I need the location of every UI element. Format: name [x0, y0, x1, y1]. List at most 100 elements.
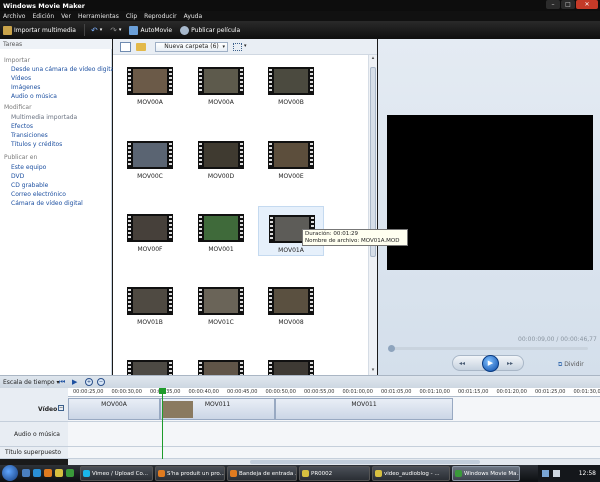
network-icon[interactable] [542, 470, 549, 477]
folder-icon[interactable] [136, 43, 146, 51]
task-link-dv-camera[interactable]: Cámara de vídeo digital [11, 200, 83, 207]
menu-clip[interactable]: Clip [126, 13, 137, 20]
publish-icon [180, 25, 190, 35]
taskbar-task[interactable]: Bandeja de entrada ... [227, 466, 297, 481]
browser-icon[interactable] [33, 469, 41, 477]
undo-button[interactable]: ↶ ▾ [91, 26, 102, 35]
app-icon[interactable] [66, 469, 74, 477]
taskbar-task[interactable]: video_audioblog - ... [372, 466, 450, 481]
tasks-toggle-button[interactable] [120, 42, 131, 52]
divide-button[interactable]: ⧉ Dividir [558, 361, 584, 369]
menu-ayuda[interactable]: Ayuda [184, 13, 203, 20]
playhead-handle[interactable] [159, 388, 166, 394]
task-link-email[interactable]: Correo electrónico [11, 191, 66, 198]
clip-thumbnail [127, 214, 173, 242]
task-link-from-camera[interactable]: Desde una cámara de vídeo digital [11, 66, 116, 73]
zoom-out-icon[interactable]: − [97, 378, 105, 386]
time-scale-dropdown[interactable]: Escala de tiempo ▾ [3, 379, 60, 386]
task-link-dvd[interactable]: DVD [11, 173, 24, 180]
scroll-up-icon[interactable]: ▴ [369, 55, 377, 63]
explorer-icon[interactable] [55, 469, 63, 477]
collection-clip[interactable]: MOV00E [258, 133, 324, 183]
collection-clip[interactable]: MOV001 [188, 206, 254, 256]
start-button[interactable] [2, 465, 18, 481]
next-frame-icon[interactable]: ▸▸ [507, 360, 513, 367]
collection-scrollbar[interactable]: ▴ ▾ [368, 55, 377, 375]
task-link-videos[interactable]: Vídeos [11, 75, 31, 82]
task-link-audio[interactable]: Audio o música [11, 93, 57, 100]
collection-clip[interactable] [188, 352, 254, 375]
timeline-clip[interactable]: MOV011 [275, 398, 453, 420]
zoom-in-icon[interactable]: + [85, 378, 93, 386]
maximize-button[interactable]: □ [561, 0, 575, 9]
taskbar-task[interactable]: PR0002 [299, 466, 370, 481]
menu-archivo[interactable]: Archivo [3, 13, 25, 20]
clip-thumbnail [268, 141, 314, 169]
menu-edicion[interactable]: Edición [32, 13, 54, 20]
title-overlay-track[interactable] [68, 447, 600, 459]
collection-clip[interactable] [117, 352, 183, 375]
timeline-scrollbar-thumb[interactable] [250, 460, 480, 464]
publish-movie-button[interactable]: Publicar película [180, 25, 240, 35]
tooltip-duration: Duración: 00:01:29 [305, 231, 359, 237]
timeline-clip[interactable]: MOV00A [68, 398, 160, 420]
collection-clip[interactable]: MOV00A [188, 59, 254, 109]
menu-herramientas[interactable]: Herramientas [78, 13, 119, 20]
view-options-icon[interactable] [233, 43, 242, 51]
task-link-transitions[interactable]: Transiciones [11, 132, 48, 139]
audio-track[interactable] [68, 422, 600, 447]
taskbar-task[interactable]: Vimeo / Upload Co... [80, 466, 153, 481]
system-tray: 12:58 [538, 465, 600, 482]
menu-reproducir[interactable]: Reproducir [144, 13, 176, 20]
collection-clip[interactable]: MOV00B [258, 59, 324, 109]
show-desktop-icon[interactable] [22, 469, 30, 477]
clip-thumbnail [198, 67, 244, 95]
scroll-down-icon[interactable]: ▾ [369, 367, 377, 375]
task-link-effects[interactable]: Efectos [11, 123, 33, 130]
divide-icon: ⧉ [558, 361, 563, 368]
playhead[interactable] [159, 388, 166, 459]
seek-handle[interactable] [388, 345, 395, 352]
collection-clip[interactable]: MOV01B [117, 279, 183, 329]
volume-icon[interactable] [553, 470, 560, 477]
tooltip-filename: Nombre de archivo: MOV01A.MOD [305, 238, 400, 244]
collection-clip[interactable] [258, 352, 324, 375]
collection-clip[interactable]: MOV00C [117, 133, 183, 183]
main-toolbar: Importar multimedia ↶ ▾ ↷ ▾ AutoMovie Pu… [0, 21, 600, 39]
taskbar-task[interactable]: S'ha produit un pro... [155, 466, 225, 481]
redo-button[interactable]: ↷ ▾ [110, 26, 121, 35]
collection-clip[interactable]: MOV00D [188, 133, 254, 183]
import-media-button[interactable]: Importar multimedia [3, 25, 76, 35]
task-link-titles[interactable]: Títulos y créditos [11, 141, 62, 148]
collection-clip[interactable]: MOV008 [258, 279, 324, 329]
menu-ver[interactable]: Ver [61, 13, 71, 20]
ruler-tick: 00:00:45,00 [227, 389, 258, 395]
divide-label: Dividir [564, 361, 584, 368]
undo-icon: ↶ [91, 25, 98, 35]
previous-frame-icon[interactable]: ◂◂ [459, 360, 465, 367]
play-timeline-icon[interactable]: ▶ [72, 378, 77, 386]
collection-clip[interactable]: MOV01C [188, 279, 254, 329]
clip-label: MOV00C [137, 173, 163, 180]
automovie-button[interactable]: AutoMovie [129, 25, 172, 35]
play-button[interactable]: ▶ [482, 355, 499, 372]
collection-clip[interactable]: MOV00F [117, 206, 183, 256]
timeline-ruler[interactable]: 00:00:25,0000:00:30,0000:00:35,0000:00:4… [68, 388, 600, 397]
task-link-this-computer[interactable]: Este equipo [11, 164, 46, 171]
timeline-clip[interactable]: MOV011 [160, 398, 275, 420]
firefox-icon[interactable] [44, 469, 52, 477]
close-button[interactable]: ✕ [576, 0, 598, 9]
seek-bar[interactable] [388, 345, 588, 352]
expand-track-icon[interactable]: − [58, 405, 64, 411]
taskbar-task[interactable]: Windows Movie Ma... [452, 466, 520, 481]
task-link-images[interactable]: Imágenes [11, 84, 40, 91]
folder-select[interactable]: Nueva carpeta (6) ▾ [155, 42, 228, 52]
task-link-imported-media[interactable]: Multimedia importada [11, 114, 77, 121]
view-dropdown-icon[interactable]: ▾ [244, 43, 247, 49]
ruler-tick: 00:01:00,00 [342, 389, 373, 395]
minimize-button[interactable]: – [546, 0, 560, 9]
task-link-cd[interactable]: CD grabable [11, 182, 48, 189]
rewind-icon[interactable]: ⏮ [59, 378, 65, 387]
collection-clip[interactable]: MOV00A [117, 59, 183, 109]
undo-dropdown-icon: ▾ [99, 27, 103, 33]
